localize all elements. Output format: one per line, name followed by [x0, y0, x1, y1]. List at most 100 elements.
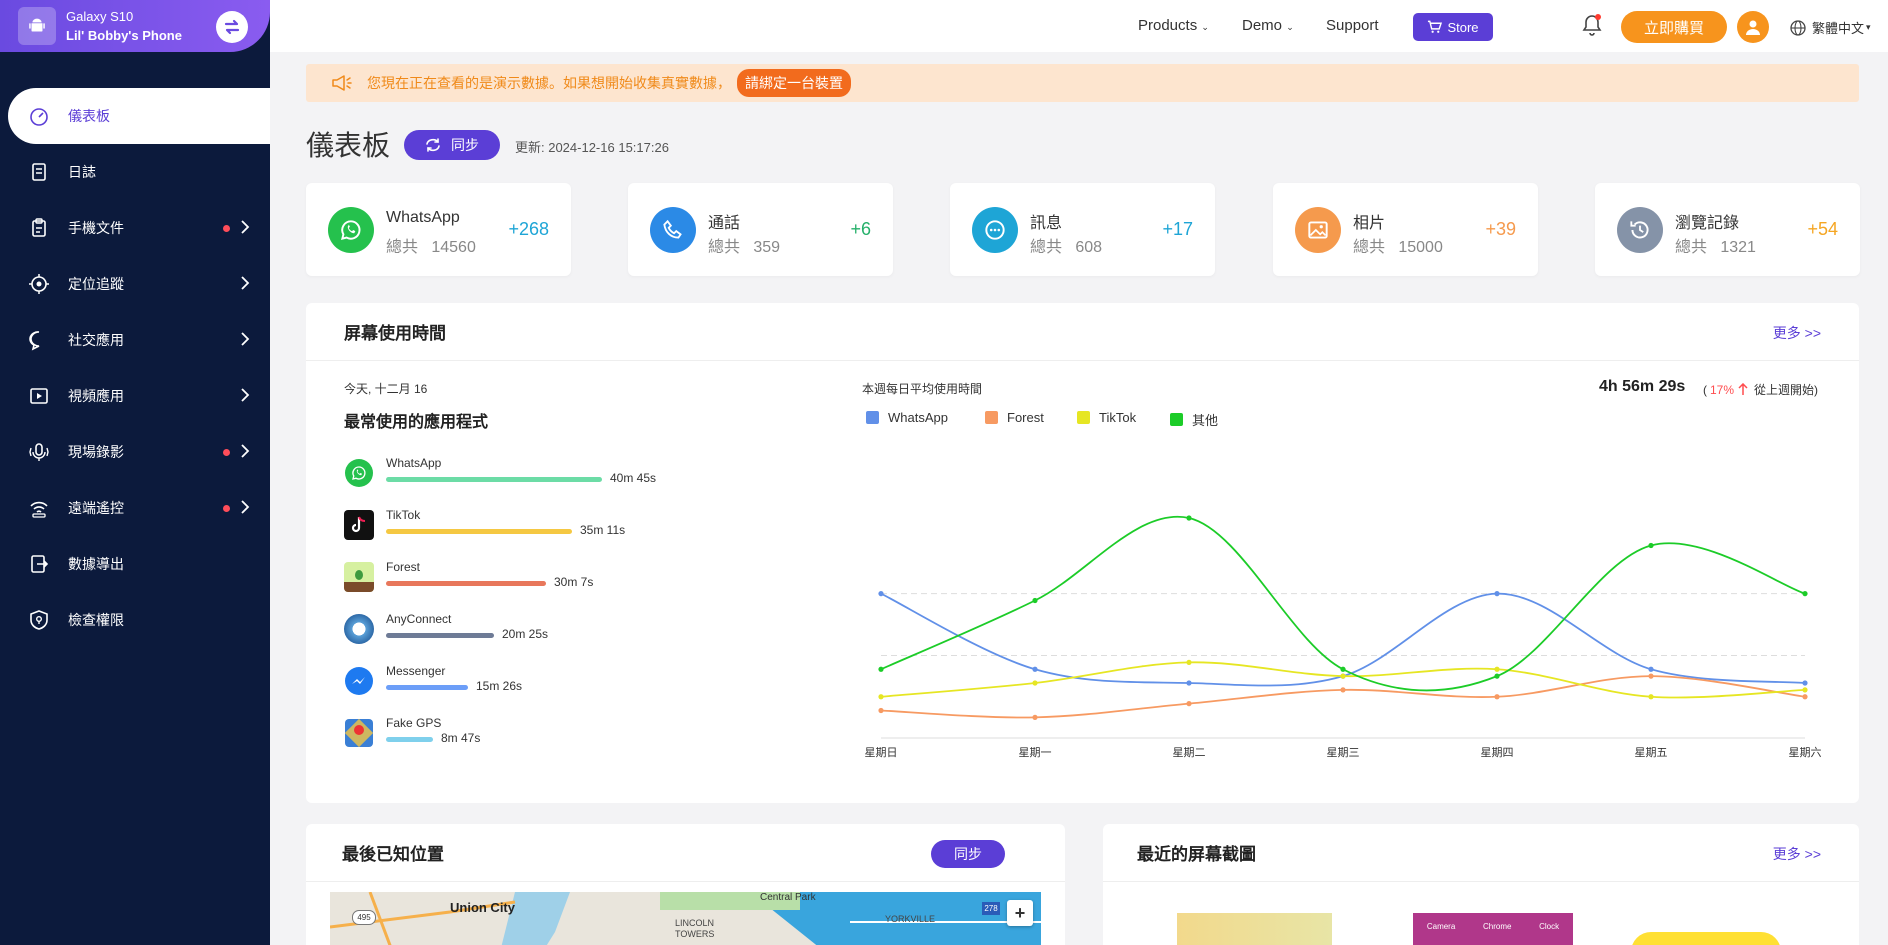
thumb-label: Chrome [1482, 922, 1512, 931]
sidebar-item-7[interactable]: 遠端遙控 [0, 480, 270, 536]
x-tick-label: 星期三 [1326, 747, 1360, 759]
legend-item[interactable]: 其他 [1170, 410, 1218, 429]
nav-demo[interactable]: Demo ⌄ [1242, 17, 1294, 34]
sidebar-nav: 儀表板日誌手機文件 定位追蹤社交應用視頻應用現場錄影遠端遙控數據導出檢查權限 [0, 88, 270, 648]
app-usage-bar [386, 529, 572, 534]
sidebar-item-label: 數據導出 [68, 556, 124, 572]
megaphone-icon [332, 75, 352, 91]
device-switcher[interactable]: Galaxy S10 Lil' Bobby's Phone [0, 0, 270, 52]
language-selector[interactable]: 繁體中文 ▾ [1790, 18, 1871, 37]
sidebar-item-6[interactable]: 現場錄影 [0, 424, 270, 480]
stat-total: 總共 15000 [1353, 239, 1443, 256]
stat-total: 總共 608 [1030, 239, 1103, 256]
location-sync-button[interactable]: 同步 [931, 840, 1005, 868]
sync-button[interactable]: 同步 [404, 130, 500, 160]
last-updated: 更新: 2024-12-16 15:17:26 [515, 140, 669, 155]
app-usage-row: AnyConnect 20m 25s [344, 612, 744, 648]
screenshots-more-link[interactable]: 更多 >> [1773, 844, 1821, 864]
app-usage-time: 30m 7s [554, 575, 594, 589]
top-apps-title: 最常使用的應用程式 [344, 414, 489, 431]
location-icon [28, 273, 50, 295]
stat-card[interactable]: 訊息 總共 608 +17 [950, 183, 1215, 276]
stat-delta: +6 [850, 219, 871, 239]
video-icon [28, 385, 50, 407]
sidebar-item-5[interactable]: 視頻應用 [0, 368, 270, 424]
tiktok-icon [344, 510, 374, 540]
app-name: Messenger [386, 664, 446, 678]
history-icon [1617, 207, 1663, 253]
sidebar-item-8[interactable]: 數據導出 [0, 536, 270, 592]
location-panel: 最後已知位置 同步 Union City Central Park LINCOL… [306, 824, 1065, 945]
stat-name: 相片 [1353, 215, 1386, 232]
app-usage-row: TikTok 35m 11s [344, 508, 744, 544]
legend-item[interactable]: Forest [985, 410, 1044, 425]
app-name: TikTok [386, 508, 421, 522]
sidebar-item-label: 視頻應用 [68, 388, 124, 404]
globe-icon [1790, 19, 1806, 36]
sidebar-item-2[interactable]: 手機文件 [0, 200, 270, 256]
user-avatar-icon[interactable] [1737, 11, 1769, 43]
screen-time-more-link[interactable]: 更多 >> [1773, 323, 1821, 343]
sidebar-item-label: 儀表板 [68, 108, 110, 124]
buy-now-button[interactable]: 立即購買 [1621, 11, 1727, 43]
store-button[interactable]: Store [1413, 13, 1493, 41]
sidebar-item-label: 檢查權限 [68, 612, 124, 628]
stat-delta: +39 [1485, 219, 1516, 239]
stat-card[interactable]: 相片總共 15000 +39 [1273, 183, 1538, 276]
stat-delta: +268 [508, 219, 549, 239]
bind-device-button[interactable]: 請綁定一台裝置 [737, 69, 851, 97]
location-title: 最後已知位置 [342, 845, 444, 864]
stat-name: 瀏覽記錄 [1675, 215, 1740, 232]
nav-support[interactable]: Support [1326, 17, 1379, 34]
bell-icon[interactable] [1581, 13, 1603, 42]
stat-card[interactable]: 通話總共 359 +6 [628, 183, 893, 276]
thumb-label: Clock [1539, 922, 1560, 931]
legend-item[interactable]: TikTok [1077, 410, 1136, 425]
app-usage-time: 15m 26s [476, 679, 523, 693]
map-zoom-in-button[interactable]: + [1007, 900, 1033, 926]
app-name: Forest [386, 560, 421, 574]
highway-shield: 495 [352, 910, 376, 925]
sidebar-item-1[interactable]: 日誌 [0, 144, 270, 200]
fake-gps-icon [344, 718, 374, 748]
dashboard-icon [28, 105, 50, 127]
stat-name: 通話 [708, 215, 741, 232]
app-usage-row: WhatsApp 40m 45s [344, 456, 744, 492]
screenshot-thumbnail[interactable]: Camera Chrome Clock [1413, 913, 1573, 945]
screenshot-thumbnail[interactable] [1177, 913, 1332, 945]
legend-item[interactable]: WhatsApp [866, 410, 948, 425]
switch-device-icon[interactable] [216, 11, 248, 43]
weekly-change: ( 17% 從上週開始) [1703, 382, 1819, 398]
screenshot-thumbnail[interactable] [1631, 932, 1781, 945]
screen-time-title: 屏幕使用時間 [344, 324, 446, 343]
app-name: Fake GPS [386, 716, 442, 730]
app-usage-bar [386, 633, 494, 638]
sidebar-item-9[interactable]: 檢查權限 [0, 592, 270, 648]
sidebar-item-4[interactable]: 社交應用 [0, 312, 270, 368]
chevron-right-icon [240, 444, 250, 461]
stat-name: WhatsApp [386, 209, 460, 226]
notice-text: 您現在正在查看的是演示數據。如果想開始收集真實數據， [367, 75, 731, 91]
nav-products[interactable]: Products ⌄ [1138, 17, 1209, 34]
whatsapp-icon [344, 458, 374, 488]
stat-delta: +17 [1162, 219, 1193, 239]
map[interactable]: Union City Central Park LINCOLN TOWERS Y… [330, 892, 1041, 945]
weekly-avg-label: 本週每日平均使用時間 [862, 382, 983, 396]
stat-card[interactable]: 瀏覽記錄 總共 1321 +54 [1595, 183, 1860, 276]
messenger-icon [344, 666, 374, 696]
device-name: Lil' Bobby's Phone [66, 28, 182, 43]
sidebar-item-label: 現場錄影 [68, 444, 124, 460]
sidebar-item-0[interactable]: 儀表板 [8, 88, 270, 144]
app-usage-time: 8m 47s [441, 731, 481, 745]
x-tick-label: 星期六 [1788, 747, 1822, 759]
page-title: 儀表板 [306, 130, 391, 161]
stat-card[interactable]: WhatsApp 總共 14560 +268 [306, 183, 571, 276]
stat-total: 總共 1321 [1675, 239, 1756, 256]
sync-icon [426, 138, 440, 152]
stat-total: 總共 359 [708, 239, 781, 256]
app-usage-bar [386, 685, 468, 690]
sidebar-item-3[interactable]: 定位追蹤 [0, 256, 270, 312]
sidebar-item-label: 日誌 [68, 164, 96, 180]
message-icon [972, 207, 1018, 253]
sidebar-item-label: 社交應用 [68, 332, 124, 348]
